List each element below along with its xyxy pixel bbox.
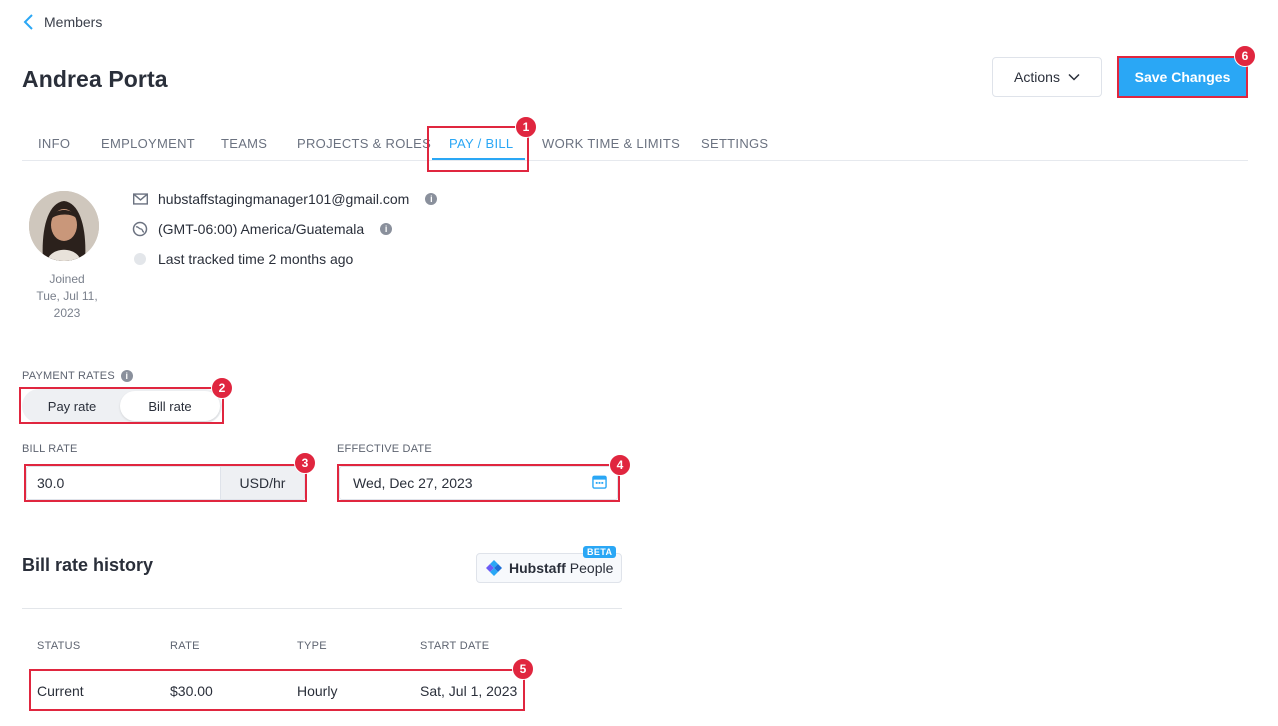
status-dot-icon <box>134 253 146 265</box>
breadcrumb-label: Members <box>44 14 103 30</box>
globe-icon <box>132 221 148 237</box>
email-text: hubstaffstagingmanager101@gmail.com <box>158 191 410 207</box>
cell-rate: $30.00 <box>170 683 213 699</box>
annotation-badge-2: 2 <box>211 377 233 399</box>
joined-label: Joined <box>49 272 85 286</box>
joined-date: Tue, Jul 11, 2023 <box>36 289 98 320</box>
actions-button[interactable]: Actions <box>992 57 1102 97</box>
annotation-badge-3: 3 <box>294 452 316 474</box>
bill-rate-option[interactable]: Bill rate <box>120 391 220 421</box>
last-tracked-text: Last tracked time 2 months ago <box>158 251 354 267</box>
info-icon[interactable]: i <box>425 193 438 205</box>
email-row: hubstaffstagingmanager101@gmail.com i <box>132 191 438 207</box>
timezone-text: (GMT-06:00) America/Guatemala <box>158 221 365 237</box>
annotation-badge-6: 6 <box>1234 45 1256 67</box>
column-header-start-date: START DATE <box>420 640 490 652</box>
avatar <box>29 191 99 261</box>
bill-rate-label: BILL RATE <box>22 443 78 455</box>
column-header-status: STATUS <box>37 640 81 652</box>
mail-icon <box>132 191 148 207</box>
payment-rates-label: PAYMENT RATES i <box>22 370 133 382</box>
hubstaff-logo-icon <box>486 560 502 576</box>
avatar-photo <box>29 191 99 261</box>
brand-name: Hubstaff <box>509 560 566 576</box>
cell-type: Hourly <box>297 683 338 699</box>
effective-date-input[interactable]: Wed, Dec 27, 2023 <box>339 466 618 500</box>
brand-product: People <box>569 560 614 576</box>
payment-rates-label-text: PAYMENT RATES <box>22 370 115 382</box>
beta-badge: BETA <box>583 546 617 558</box>
column-header-rate: RATE <box>170 640 200 652</box>
info-icon[interactable]: i <box>120 370 133 382</box>
page-title: Andrea Porta <box>22 66 168 92</box>
last-tracked-row: Last tracked time 2 months ago <box>134 251 353 267</box>
chevron-down-icon <box>1068 73 1080 81</box>
tab-settings[interactable]: SETTINGS <box>701 136 768 151</box>
tab-work-time-limits[interactable]: WORK TIME & LIMITS <box>542 136 680 151</box>
bill-rate-input[interactable]: 30.0 <box>26 466 220 500</box>
actions-label: Actions <box>1014 69 1060 85</box>
tab-projects-roles[interactable]: PROJECTS & ROLES <box>297 136 431 151</box>
chevron-left-icon <box>23 14 33 30</box>
column-header-type: TYPE <box>297 640 327 652</box>
active-tab-indicator <box>432 158 525 160</box>
tab-bar: INFO EMPLOYMENT TEAMS PROJECTS & ROLES P… <box>22 128 1248 161</box>
tab-employment[interactable]: EMPLOYMENT <box>101 136 195 151</box>
rate-type-toggle: Pay rate Bill rate <box>22 389 222 423</box>
pay-rate-option[interactable]: Pay rate <box>24 391 120 421</box>
tab-pay-bill[interactable]: PAY / BILL <box>449 136 513 151</box>
cell-start-date: Sat, Jul 1, 2023 <box>420 683 518 699</box>
timezone-row: (GMT-06:00) America/Guatemala i <box>132 221 393 237</box>
tab-teams[interactable]: TEAMS <box>221 136 267 151</box>
annotation-badge-4: 4 <box>609 454 631 476</box>
save-changes-button[interactable]: Save Changes <box>1117 56 1248 98</box>
cell-status: Current <box>37 683 84 699</box>
effective-date-value: Wed, Dec 27, 2023 <box>353 475 473 491</box>
annotation-badge-1: 1 <box>515 116 537 138</box>
info-icon[interactable]: i <box>380 223 393 235</box>
breadcrumb-members[interactable]: Members <box>22 12 102 32</box>
calendar-icon[interactable] <box>592 474 607 492</box>
annotation-badge-5: 5 <box>512 658 534 680</box>
joined-info: Joined Tue, Jul 11, 2023 <box>22 271 112 322</box>
history-title: Bill rate history <box>22 555 154 575</box>
divider <box>22 608 622 609</box>
tab-info[interactable]: INFO <box>38 136 70 151</box>
bill-rate-unit: USD/hr <box>220 466 305 500</box>
effective-date-label: EFFECTIVE DATE <box>337 443 432 455</box>
